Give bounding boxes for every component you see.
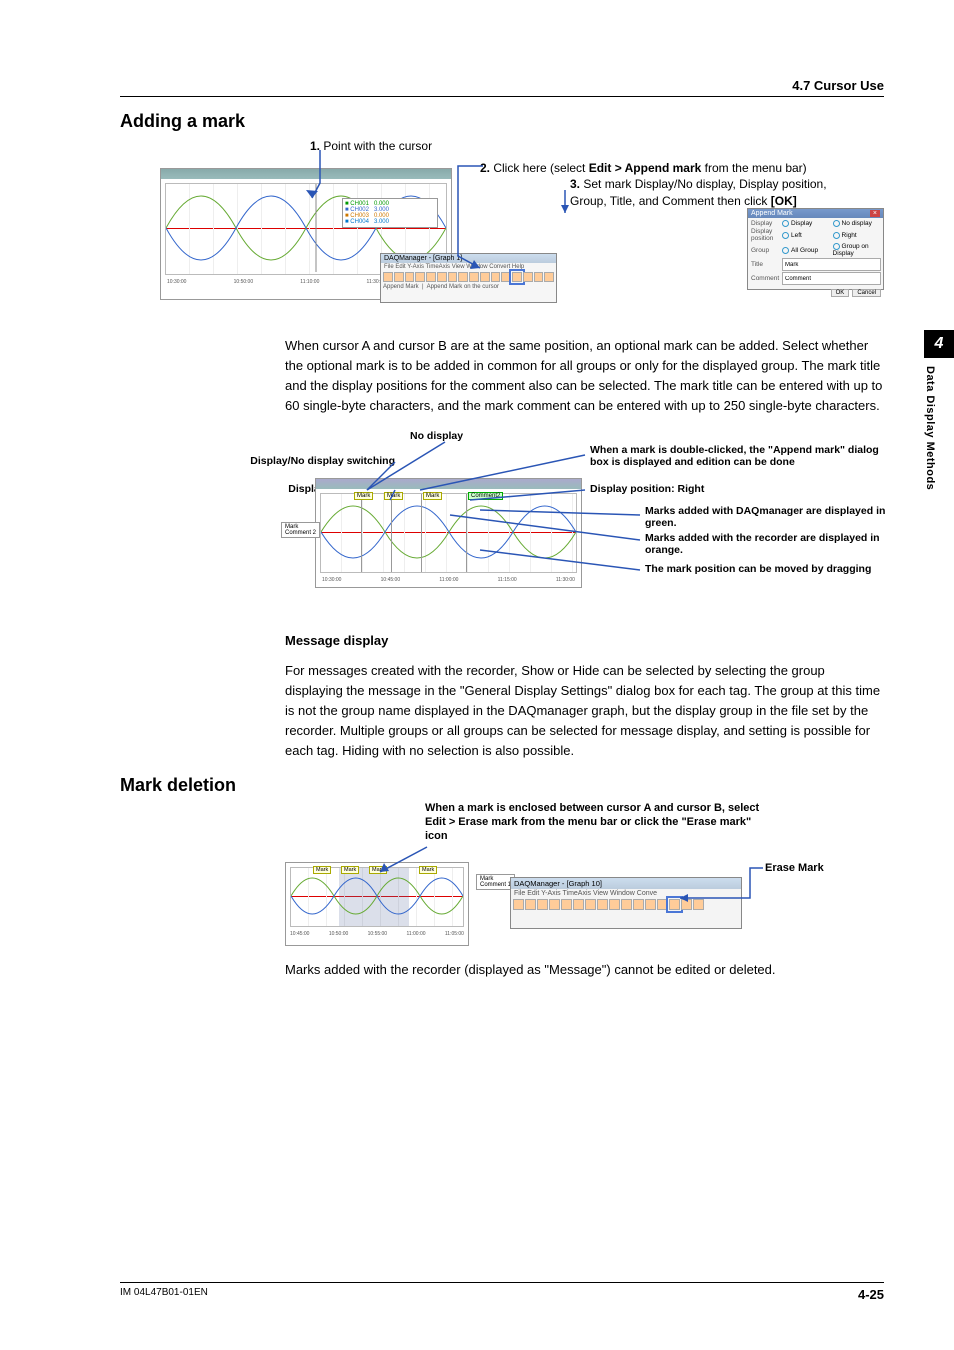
radio-nodisplay[interactable]: No display [833, 220, 881, 227]
heading-adding-mark: Adding a mark [120, 111, 884, 132]
page-header: 4.7 Cursor Use [120, 78, 884, 97]
comment-input[interactable] [782, 272, 881, 285]
radio-allgroup[interactable]: All Group [782, 247, 830, 254]
app-title: DAQManager - [Graph 1] [384, 255, 462, 262]
radio-left[interactable]: Left [782, 232, 830, 239]
chart-legend: ■ CH001 0.000 ■ CH002 3.000 ■ CH003 0.00… [342, 198, 438, 228]
heading-mark-deletion: Mark deletion [120, 775, 884, 796]
app-menu-2: File Edit Y-Axis TimeAxis View Window Co… [511, 889, 741, 898]
append-mark-dialog: Append Mark × Display Display No display… [747, 208, 884, 290]
daqmanager-window: DAQManager - [Graph 1] File Edit Y-Axis … [380, 253, 557, 303]
app-title-2: DAQManager - [Graph 10] [511, 878, 741, 889]
erase-mark-label: Erase Mark [765, 862, 824, 874]
title-input[interactable] [782, 258, 881, 271]
caption-orange: Marks added with the recorder are displa… [645, 532, 900, 557]
caption-doubleclick: When a mark is double-clicked, the "Appe… [590, 444, 880, 469]
example-chart-3: Mark Mark Mark Mark Mark Comment 1 10:45… [285, 862, 469, 946]
close-icon[interactable]: × [870, 210, 880, 217]
chapter-label: Data Display Methods [924, 358, 936, 490]
page-footer: IM 04L47B01-01EN 4-25 [120, 1282, 884, 1302]
erase-mark-button[interactable] [669, 899, 680, 910]
chapter-number: 4 [924, 330, 954, 358]
app-toolbar [381, 271, 556, 283]
app-toolbar-2 [511, 898, 741, 911]
page-number: 4-25 [858, 1287, 884, 1302]
paragraph-cannot-edit: Marks added with the recorder (displayed… [285, 960, 884, 980]
ok-button[interactable]: OK [831, 289, 850, 297]
radio-groupdisp[interactable]: Group on Display [833, 243, 881, 257]
paragraph-message-display: For messages created with the recorder, … [285, 661, 884, 762]
subheading-message-display: Message display [285, 633, 884, 648]
caption-switch: Display/No display switching [220, 455, 395, 468]
append-mark-button[interactable] [512, 272, 522, 282]
app-menu: File Edit Y-Axis TimeAxis View Window Co… [381, 263, 556, 271]
dialog-title: Append Mark [751, 210, 793, 217]
step-1: 1. Point with the cursor [310, 138, 432, 155]
step-2: 2. Click here (select Edit > Append mark… [480, 160, 860, 177]
caption-pos-right: Display position: Right [590, 483, 704, 496]
step-3: 3. Set mark Display/No display, Display … [570, 176, 860, 210]
caption-green: Marks added with DAQmanager are displaye… [645, 505, 900, 530]
paragraph-mark-description: When cursor A and cursor B are at the sa… [285, 336, 884, 417]
daqmanager-window-erase: DAQManager - [Graph 10] File Edit Y-Axis… [510, 877, 742, 929]
example-chart-2: Mark Mark Mark Comment2 Mark Comment 2 1… [315, 478, 582, 588]
radio-display[interactable]: Display [782, 220, 830, 227]
side-tab: 4 Data Display Methods [924, 330, 954, 490]
caption-drag: The mark position can be moved by draggi… [645, 563, 900, 576]
doc-id: IM 04L47B01-01EN [120, 1287, 208, 1302]
erase-instruction: When a mark is enclosed between cursor A… [425, 802, 765, 843]
caption-nodisplay: No display [410, 430, 463, 443]
cancel-button[interactable]: Cancel [852, 289, 881, 297]
radio-right[interactable]: Right [833, 232, 881, 239]
